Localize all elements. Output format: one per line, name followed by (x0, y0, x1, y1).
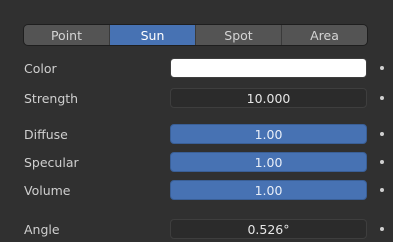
color-keyframe-dot-icon[interactable] (380, 66, 384, 70)
specular-label: Specular (24, 155, 79, 170)
light-type-point[interactable]: Point (24, 25, 110, 45)
volume-value: 1.00 (254, 182, 283, 198)
angle-label: Angle (24, 222, 60, 237)
specular-value: 1.00 (254, 154, 283, 170)
volume-keyframe-dot-icon[interactable] (380, 188, 384, 192)
specular-row: Specular 1.00 (0, 152, 393, 174)
strength-row: Strength 10.000 (0, 88, 393, 110)
color-row: Color (0, 58, 393, 80)
light-properties-panel: Point Sun Spot Area Color Strength 10.00… (0, 0, 393, 242)
diffuse-keyframe-dot-icon[interactable] (380, 132, 384, 136)
volume-slider[interactable]: 1.00 (170, 180, 367, 200)
angle-keyframe-dot-icon[interactable] (380, 227, 384, 231)
angle-value: 0.526° (247, 221, 290, 237)
specular-slider[interactable]: 1.00 (170, 152, 367, 172)
color-label: Color (24, 61, 57, 76)
diffuse-slider[interactable]: 1.00 (170, 124, 367, 144)
light-type-selector: Point Sun Spot Area (24, 25, 367, 45)
color-swatch[interactable] (170, 58, 367, 78)
strength-label: Strength (24, 91, 79, 106)
volume-label: Volume (24, 183, 71, 198)
specular-keyframe-dot-icon[interactable] (380, 160, 384, 164)
volume-row: Volume 1.00 (0, 180, 393, 202)
diffuse-label: Diffuse (24, 127, 68, 142)
strength-keyframe-dot-icon[interactable] (380, 96, 384, 100)
light-type-area[interactable]: Area (282, 25, 367, 45)
light-type-spot[interactable]: Spot (196, 25, 282, 45)
diffuse-value: 1.00 (254, 126, 283, 142)
angle-row: Angle 0.526° (0, 219, 393, 241)
strength-value: 10.000 (246, 90, 291, 106)
light-type-sun[interactable]: Sun (110, 25, 196, 45)
diffuse-row: Diffuse 1.00 (0, 124, 393, 146)
strength-field[interactable]: 10.000 (170, 88, 367, 108)
angle-field[interactable]: 0.526° (170, 219, 367, 239)
